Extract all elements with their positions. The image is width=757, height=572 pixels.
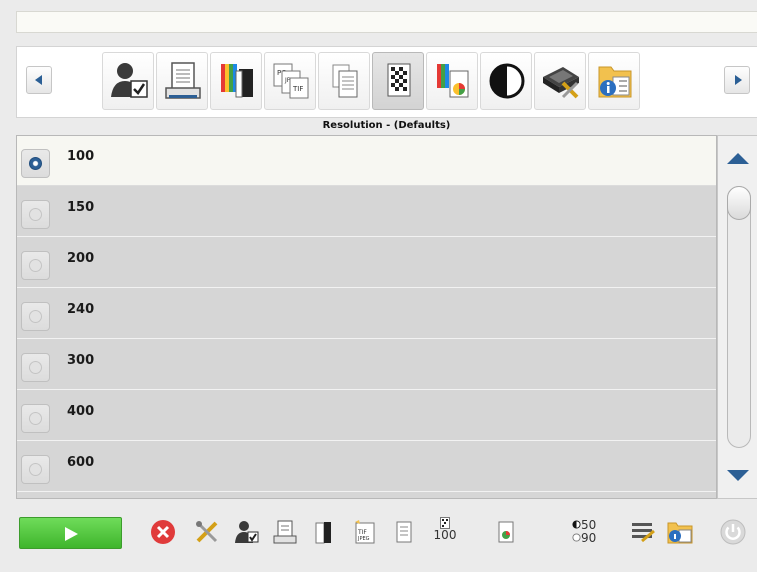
resolution-radio[interactable]: [21, 200, 50, 229]
brightness-value: 50: [581, 518, 597, 532]
resolution-radio[interactable]: [21, 251, 50, 280]
resolution-radio[interactable]: [21, 353, 50, 382]
arrow-up-icon: [727, 153, 749, 164]
resolution-status: 100: [428, 517, 462, 542]
power-icon[interactable]: [720, 519, 746, 545]
color-profile-icon: [437, 64, 469, 98]
info-folder-icon: [598, 66, 632, 98]
toolbar-prev-button[interactable]: [26, 66, 52, 94]
resolution-option[interactable]: 600: [17, 442, 716, 492]
tool-contrast[interactable]: [480, 52, 532, 110]
contrast-value: 90: [581, 531, 597, 545]
scroll-up-button[interactable]: [718, 136, 757, 182]
tool-printer[interactable]: [156, 52, 208, 110]
duplex-page-icon[interactable]: [310, 519, 336, 545]
file-format-icon[interactable]: TIF JPEG: [352, 519, 378, 545]
tool-color-profile[interactable]: [426, 52, 478, 110]
title-bar: [16, 11, 757, 33]
chevron-right-icon: [735, 75, 742, 85]
play-icon: [65, 527, 78, 541]
radio-unselected-icon: [29, 208, 42, 221]
radio-unselected-icon: [29, 361, 42, 374]
tool-user-settings[interactable]: [102, 52, 154, 110]
svg-text:JPEG: JPEG: [357, 536, 370, 542]
resolution-value: 100: [433, 528, 457, 542]
start-scan-button[interactable]: [19, 517, 122, 549]
tool-document-stack[interactable]: [318, 52, 370, 110]
printer-icon: [165, 62, 201, 99]
contrast-icon: [489, 63, 525, 99]
radio-unselected-icon: [29, 412, 42, 425]
list-scrollbar[interactable]: [717, 135, 757, 499]
svg-text:TIF: TIF: [357, 529, 367, 536]
tool-scanner-tools[interactable]: [534, 52, 586, 110]
contrast-status: 90: [572, 532, 596, 545]
resolution-option[interactable]: 300: [17, 340, 716, 390]
contrast-small-icon: [572, 533, 581, 542]
resolution-label: 240: [67, 302, 95, 317]
radio-unselected-icon: [29, 463, 42, 476]
resolution-option[interactable]: 150: [17, 187, 716, 237]
resolution-option[interactable]: 400: [17, 391, 716, 441]
printer-icon[interactable]: [272, 519, 298, 545]
bottom-bar: TIF JPEG 100 50 90: [0, 505, 757, 572]
tool-resolution[interactable]: [372, 52, 424, 110]
brightness-icon: [572, 520, 581, 529]
tool-file-format[interactable]: PC JP TIF: [264, 52, 316, 110]
resolution-label: 100: [67, 149, 95, 164]
resolution-label: 400: [67, 404, 95, 419]
tool-color-pages[interactable]: [210, 52, 262, 110]
resolution-icon: [387, 63, 411, 97]
resolution-label: 300: [67, 353, 95, 368]
toolbar-next-button[interactable]: [724, 66, 750, 94]
scroll-thumb[interactable]: [727, 186, 751, 220]
tool-info-folder[interactable]: [588, 52, 640, 110]
resolution-list: 100 150 200 240 300 400 600: [16, 135, 717, 499]
cancel-icon[interactable]: [150, 519, 176, 545]
file-format-icon: PC JP TIF: [273, 63, 309, 99]
tools-icon[interactable]: [194, 519, 220, 545]
resolution-label: 200: [67, 251, 95, 266]
color-pages-icon: [221, 64, 253, 98]
info-folder-icon[interactable]: [666, 519, 694, 545]
color-profile-icon[interactable]: [492, 519, 518, 545]
chevron-left-icon: [35, 75, 42, 85]
settings-toolbar: PC JP TIF: [16, 46, 757, 118]
arrow-down-icon: [727, 470, 749, 481]
document-stack-icon: [332, 64, 358, 98]
resolution-radio[interactable]: [21, 455, 50, 484]
resolution-radio[interactable]: [21, 302, 50, 331]
resolution-option[interactable]: 240: [17, 289, 716, 339]
settings-list-icon[interactable]: [630, 519, 656, 545]
brightness-contrast-status: 50 90: [572, 519, 596, 545]
scroll-down-button[interactable]: [718, 452, 757, 498]
radio-unselected-icon: [29, 310, 42, 323]
svg-text:TIF: TIF: [292, 85, 303, 93]
radio-selected-icon: [29, 157, 42, 170]
resolution-option[interactable]: 200: [17, 238, 716, 288]
scanner-tools-icon: [543, 67, 579, 99]
resolution-label: 600: [67, 455, 95, 470]
scroll-thumb-track: [727, 186, 751, 448]
radio-unselected-icon: [29, 259, 42, 272]
document-icon[interactable]: [390, 519, 416, 545]
resolution-radio[interactable]: [21, 149, 50, 178]
user-settings-icon[interactable]: [234, 519, 260, 545]
section-title: Resolution - (Defaults): [322, 120, 451, 131]
resolution-radio[interactable]: [21, 404, 50, 433]
scroll-track[interactable]: [725, 182, 753, 452]
resolution-label: 150: [67, 200, 95, 215]
resolution-option[interactable]: 100: [17, 136, 716, 186]
user-settings-icon: [111, 63, 148, 98]
